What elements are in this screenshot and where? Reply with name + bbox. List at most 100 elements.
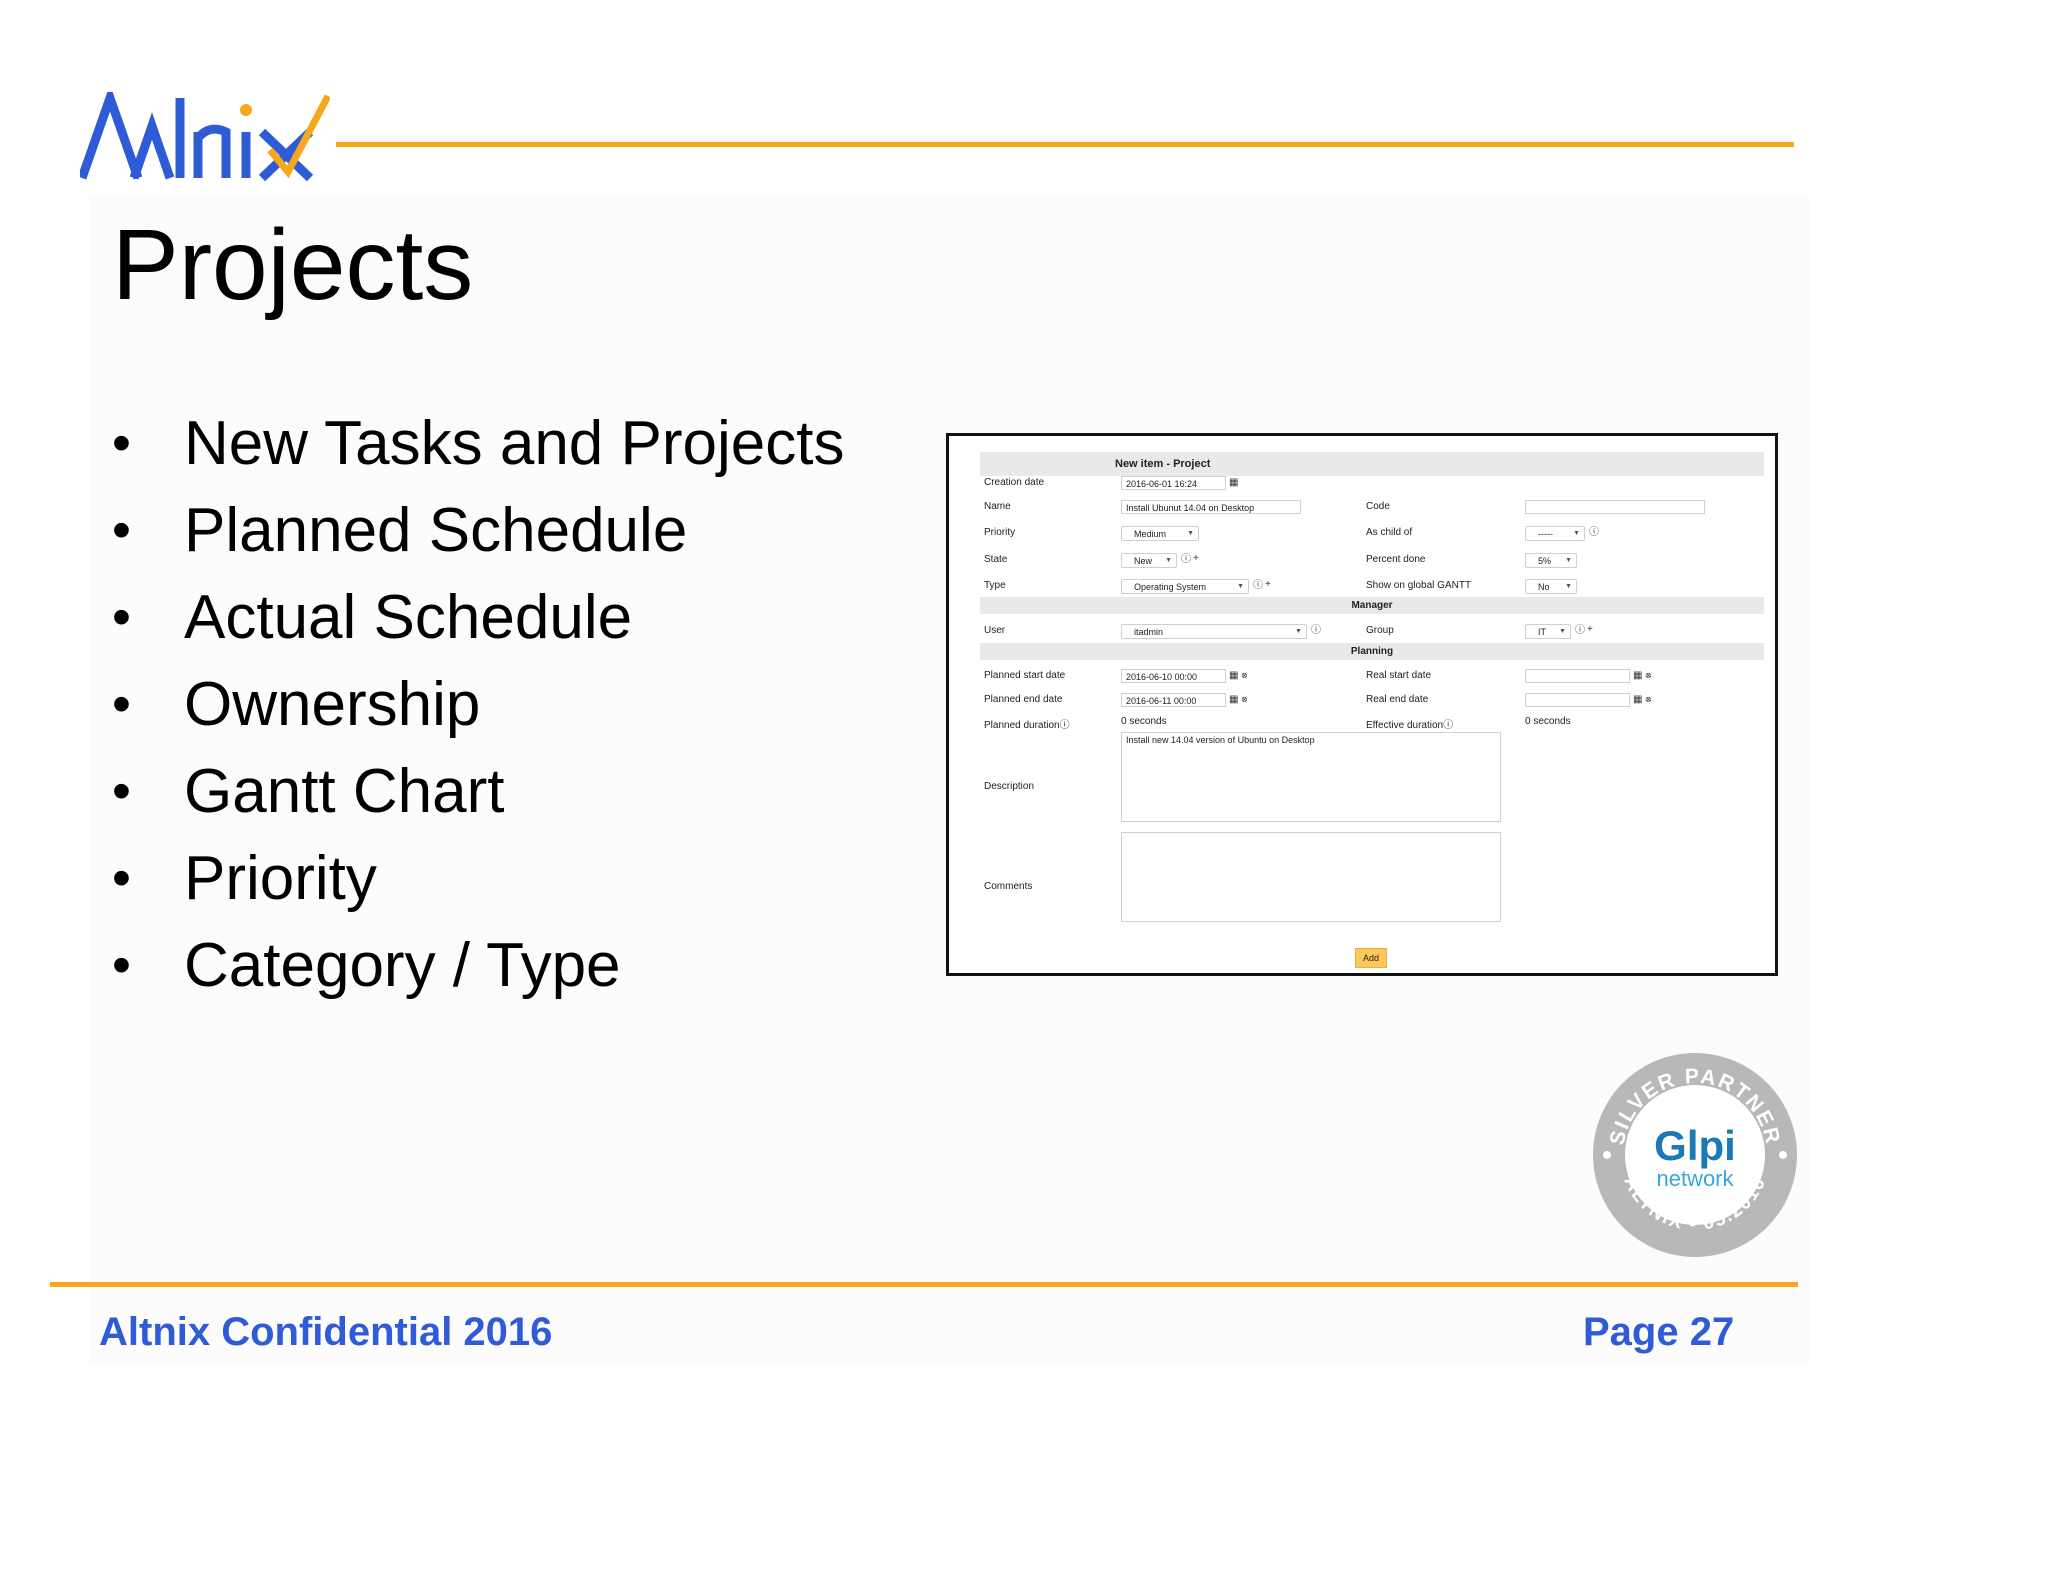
info-icon[interactable]: ⓘ (1060, 720, 1070, 731)
percent-select[interactable]: 5% ▼ (1525, 553, 1577, 568)
gantt-select[interactable]: No ▼ (1525, 579, 1577, 594)
state-select[interactable]: New ▼ (1121, 553, 1177, 568)
bullet-item: • Priority (112, 835, 844, 922)
calendar-icon[interactable]: ▦ (1633, 669, 1642, 683)
clear-icon[interactable]: ⊗ (1645, 693, 1652, 707)
chevron-down-icon: ▼ (1187, 530, 1194, 537)
effective-duration-label-text: Effective duration (1366, 720, 1444, 731)
calendar-icon[interactable]: ▦ (1633, 693, 1642, 707)
group-label: Group (1366, 625, 1394, 636)
planned-duration-value: 0 seconds (1121, 716, 1167, 727)
user-value: itadmin (1134, 627, 1164, 637)
bullet-dot: • (112, 674, 131, 734)
percent-value: 5% (1538, 556, 1552, 566)
bullet-dot: • (112, 500, 131, 560)
add-button[interactable]: Add (1355, 948, 1387, 968)
as-child-label: As child of (1366, 527, 1413, 538)
real-start-input[interactable] (1525, 669, 1630, 683)
bullet-text: Planned Schedule (184, 496, 688, 565)
bullet-text: Category / Type (184, 931, 621, 1000)
bullet-item: • Gantt Chart (112, 748, 844, 835)
chevron-down-icon: ▼ (1565, 583, 1572, 590)
info-icon[interactable]: ⓘ (1589, 526, 1599, 540)
calendar-icon[interactable]: ▦ (1229, 669, 1238, 683)
footer-rule (50, 1282, 1798, 1287)
as-child-select[interactable]: ----- ▼ (1525, 526, 1585, 541)
clear-icon[interactable]: ⊗ (1241, 693, 1248, 707)
bullet-dot: • (112, 413, 131, 473)
code-input[interactable] (1525, 500, 1705, 514)
code-label: Code (1366, 501, 1390, 512)
bullet-dot: • (112, 587, 131, 647)
priority-select[interactable]: Medium ▼ (1121, 526, 1199, 541)
priority-label: Priority (984, 527, 1016, 538)
bullet-text: Gantt Chart (184, 757, 505, 826)
chevron-down-icon: ▼ (1165, 557, 1172, 564)
info-icon[interactable]: ⓘ (1253, 579, 1263, 593)
chevron-down-icon: ▼ (1565, 557, 1572, 564)
project-form-screenshot: New item - Project Creation date 2016-06… (946, 433, 1778, 976)
name-input[interactable]: Install Ubunut 14.04 on Desktop (1121, 500, 1301, 514)
bullet-item: • Category / Type (112, 922, 844, 1009)
planned-end-input[interactable]: 2016-06-11 00:00 (1121, 693, 1226, 707)
real-end-label: Real end date (1366, 694, 1429, 705)
badge-sub: network (1656, 1166, 1734, 1191)
type-select[interactable]: Operating System ▼ (1121, 579, 1249, 594)
badge-brand: Glpi (1654, 1122, 1736, 1169)
type-value: Operating System (1134, 582, 1207, 592)
add-icon[interactable]: + (1193, 552, 1199, 566)
page-title: Projects (112, 209, 474, 321)
bullet-dot: • (112, 935, 131, 995)
bullet-item: • New Tasks and Projects (112, 400, 844, 487)
footer-confidential: Altnix Confidential 2016 (99, 1310, 553, 1354)
user-label: User (984, 625, 1006, 636)
name-label: Name (984, 501, 1011, 512)
header-rule (336, 142, 1794, 147)
real-end-input[interactable] (1525, 693, 1630, 707)
clear-icon[interactable]: ⊗ (1241, 669, 1248, 683)
creation-date-input[interactable]: 2016-06-01 16:24 (1121, 476, 1226, 490)
bullet-text: Ownership (184, 670, 481, 739)
comments-textarea[interactable] (1121, 832, 1501, 922)
priority-value: Medium (1134, 529, 1167, 539)
chevron-down-icon: ▼ (1237, 583, 1244, 590)
description-textarea[interactable]: Install new 14.04 version of Ubuntu on D… (1121, 732, 1501, 822)
project-form: New item - Project Creation date 2016-06… (980, 452, 1764, 968)
bullet-dot: • (112, 848, 131, 908)
user-select[interactable]: itadmin ▼ (1121, 624, 1307, 639)
glpi-silver-partner-badge: SILVER PARTNER ALTNIX - 05.2016 Glpi net… (1593, 1053, 1797, 1257)
effective-duration-label: Effective durationⓘ (1366, 716, 1453, 731)
calendar-icon[interactable]: ▦ (1229, 476, 1238, 490)
add-icon[interactable]: + (1587, 623, 1593, 637)
gantt-value: No (1538, 582, 1550, 592)
bullet-item: • Actual Schedule (112, 574, 844, 661)
calendar-icon[interactable]: ▦ (1229, 693, 1238, 707)
chevron-down-icon: ▼ (1295, 628, 1302, 635)
planned-duration-label: Planned durationⓘ (984, 716, 1070, 731)
page-number: Page 27 (1583, 1310, 1735, 1354)
clear-icon[interactable]: ⊗ (1645, 669, 1652, 683)
gantt-label: Show on global GANTT (1366, 580, 1472, 591)
info-icon[interactable]: ⓘ (1181, 553, 1191, 567)
form-header: New item - Project (1115, 458, 1211, 470)
type-label: Type (984, 580, 1006, 591)
info-icon[interactable]: ⓘ (1443, 720, 1453, 731)
creation-date-label: Creation date (984, 477, 1045, 488)
info-icon[interactable]: ⓘ (1575, 624, 1585, 638)
add-icon[interactable]: + (1265, 578, 1271, 592)
comments-label: Comments (984, 881, 1033, 892)
description-label: Description (984, 781, 1035, 792)
planned-duration-label-text: Planned duration (984, 720, 1060, 731)
planned-end-label: Planned end date (984, 694, 1063, 705)
bullet-item: • Ownership (112, 661, 844, 748)
planned-start-input[interactable]: 2016-06-10 00:00 (1121, 669, 1226, 683)
group-select[interactable]: IT ▼ (1525, 624, 1571, 639)
planned-start-label: Planned start date (984, 670, 1066, 681)
chevron-down-icon: ▼ (1559, 628, 1566, 635)
info-icon[interactable]: ⓘ (1311, 624, 1321, 638)
chevron-down-icon: ▼ (1573, 530, 1580, 537)
state-label: State (984, 554, 1008, 565)
manager-section-header: Manager (980, 597, 1764, 614)
form-header-bar: New item - Project (980, 452, 1764, 476)
altnix-logo (80, 92, 330, 182)
